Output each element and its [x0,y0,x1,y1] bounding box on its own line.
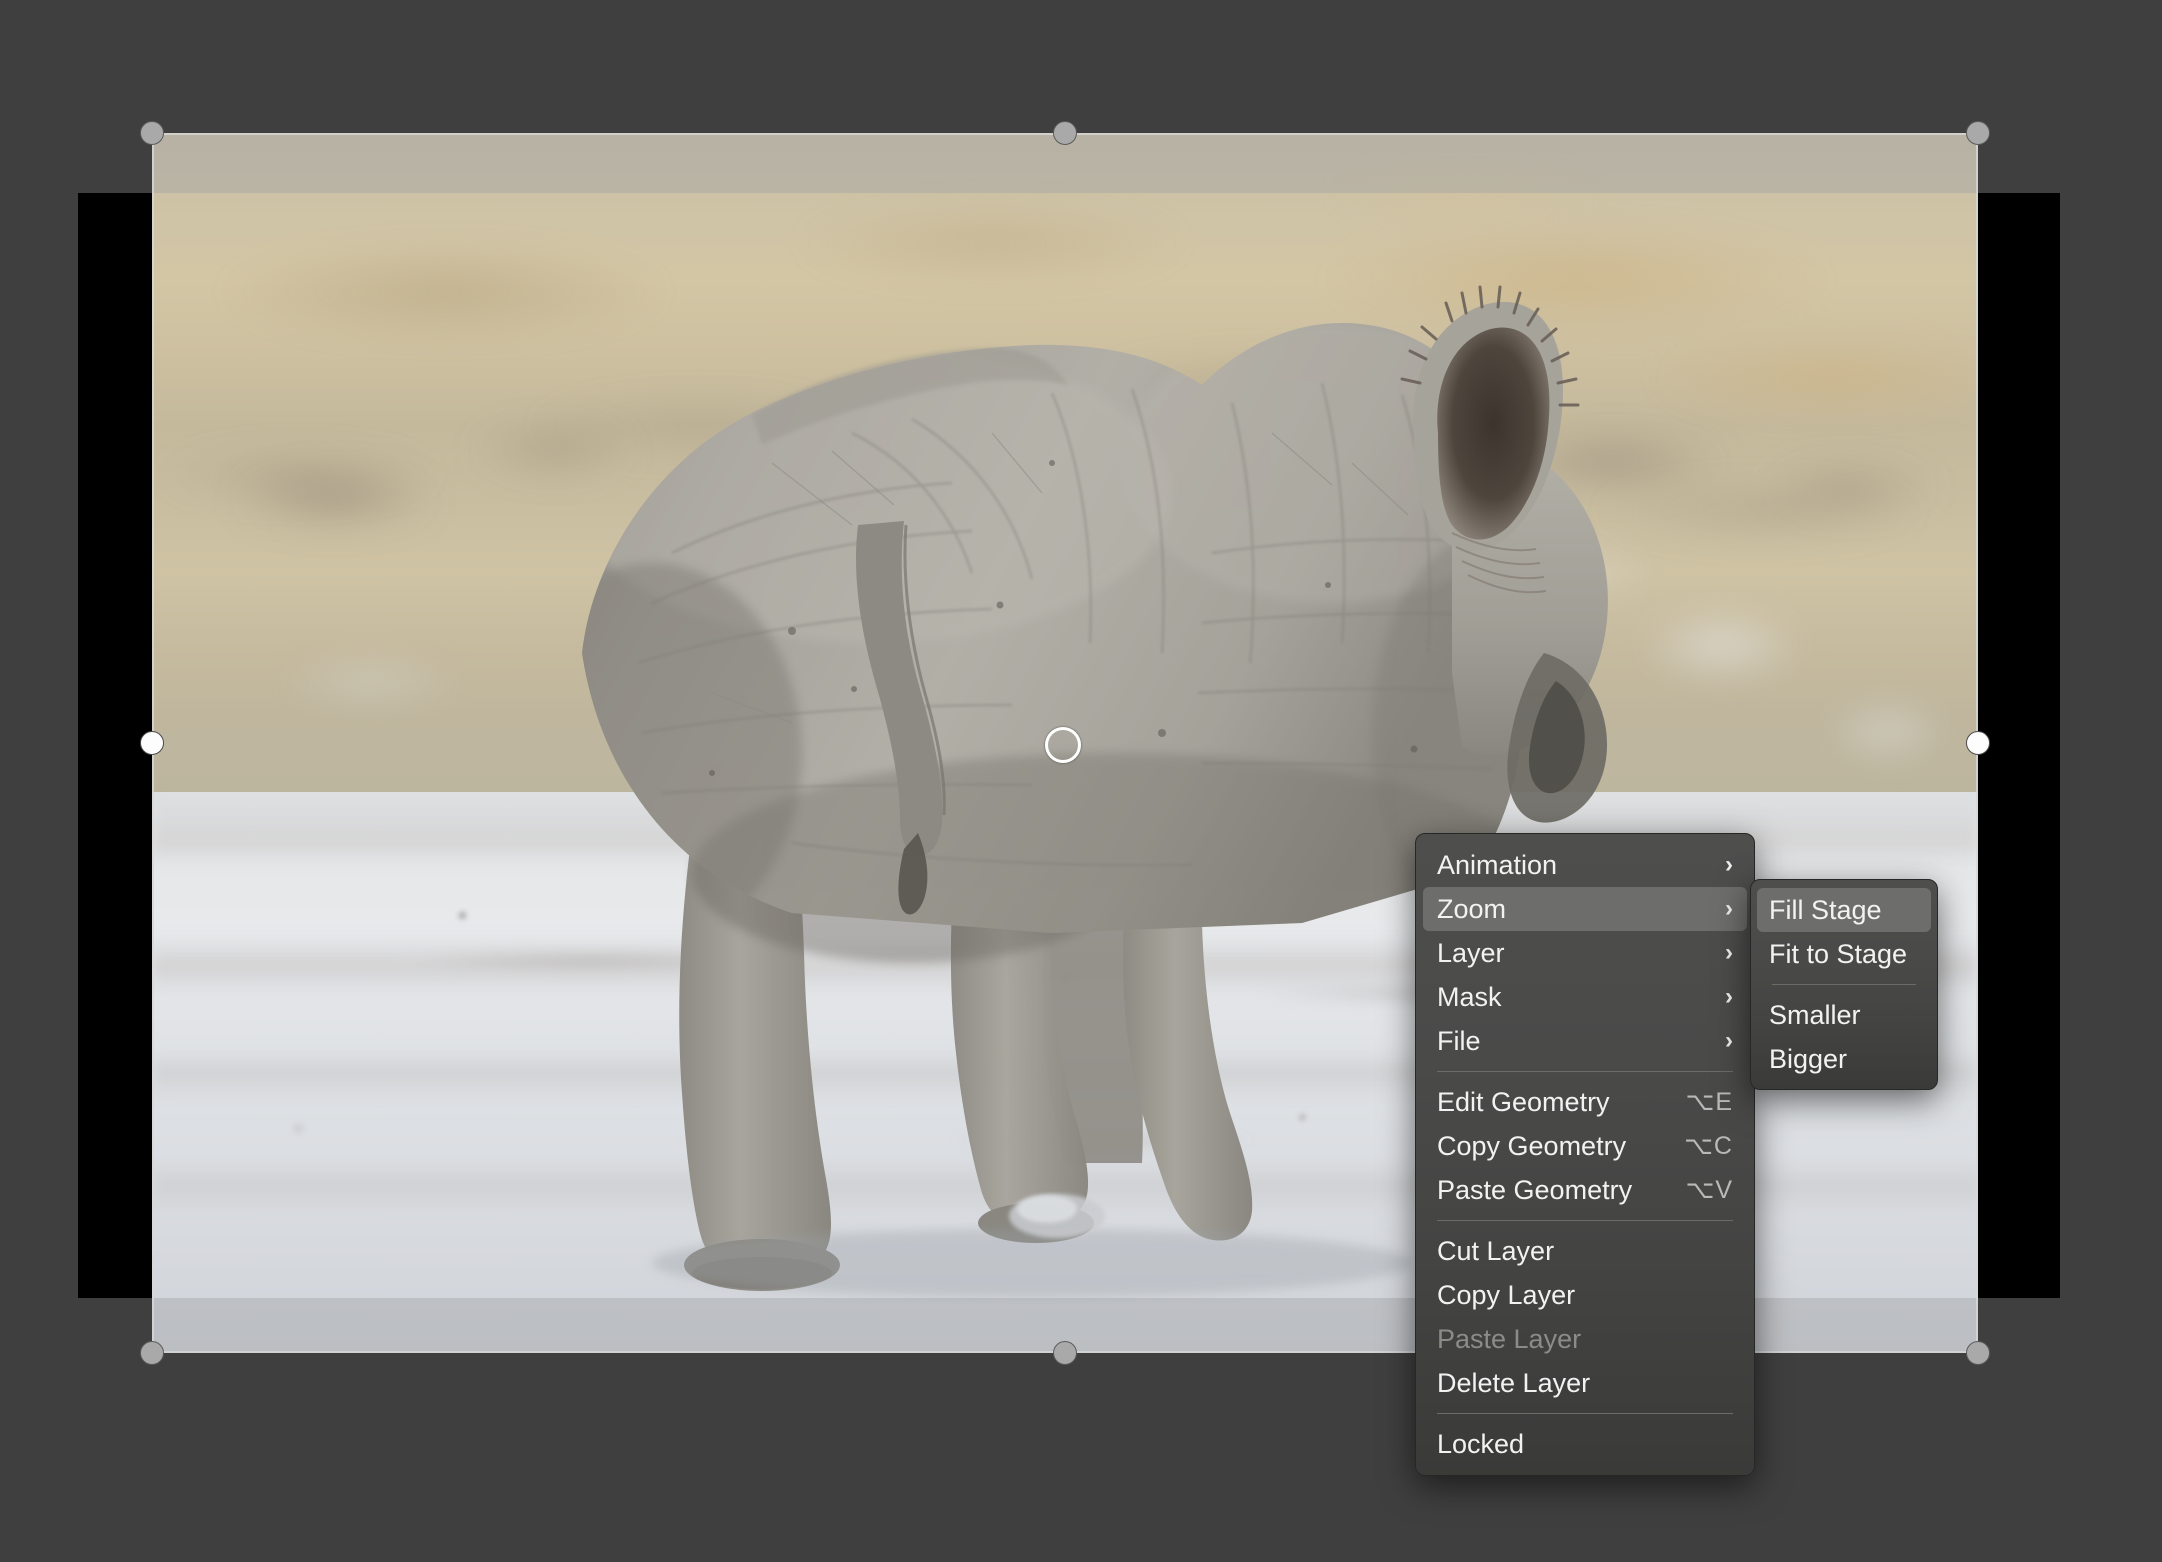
menu-item-file[interactable]: File › [1423,1019,1747,1063]
menu-item-zoom[interactable]: Zoom › [1423,887,1747,931]
submenu-item-smaller[interactable]: Smaller [1757,993,1931,1037]
menu-item-animation[interactable]: Animation › [1423,843,1747,887]
menu-separator [1437,1071,1733,1072]
zoom-submenu[interactable]: Fill Stage Fit to Stage Smaller Bigger [1750,879,1938,1090]
chevron-right-icon: › [1725,895,1733,922]
menu-separator [1437,1220,1733,1221]
chevron-right-icon: › [1725,939,1733,966]
menu-item-paste-layer: Paste Layer [1423,1317,1747,1361]
menu-separator [1772,984,1916,985]
submenu-item-bigger[interactable]: Bigger [1757,1037,1931,1081]
menu-item-label: Paste Layer [1437,1324,1582,1354]
menu-item-label: Animation [1437,850,1558,880]
menu-item-label: Fit to Stage [1769,939,1908,969]
menu-item-label: Mask [1437,982,1502,1012]
menu-item-label: Locked [1437,1429,1525,1459]
menu-item-delete-layer[interactable]: Delete Layer [1423,1361,1747,1405]
menu-item-label: File [1437,1026,1481,1056]
chevron-right-icon: › [1725,1027,1733,1054]
menu-item-shortcut: ⌥E [1685,1088,1733,1116]
menu-item-shortcut: ⌥C [1684,1132,1733,1160]
menu-item-mask[interactable]: Mask › [1423,975,1747,1019]
menu-item-label: Zoom [1437,894,1507,924]
menu-item-label: Copy Geometry [1437,1131,1627,1161]
menu-item-label: Paste Geometry [1437,1175,1633,1205]
chevron-right-icon: › [1725,983,1733,1010]
menu-item-edit-geometry[interactable]: Edit Geometry ⌥E [1423,1080,1747,1124]
menu-item-label: Copy Layer [1437,1280,1576,1310]
menu-separator [1437,1413,1733,1414]
submenu-item-fit-to-stage[interactable]: Fit to Stage [1757,932,1931,976]
menu-item-label: Fill Stage [1769,895,1882,925]
menu-item-cut-layer[interactable]: Cut Layer [1423,1229,1747,1273]
menu-item-locked[interactable]: Locked [1423,1422,1747,1466]
menu-item-layer[interactable]: Layer › [1423,931,1747,975]
menu-item-copy-geometry[interactable]: Copy Geometry ⌥C [1423,1124,1747,1168]
menu-item-label: Bigger [1769,1044,1848,1074]
context-menu[interactable]: Animation › Zoom › Layer › Mask › File ›… [1415,833,1755,1476]
menu-item-label: Cut Layer [1437,1236,1555,1266]
menu-item-label: Delete Layer [1437,1368,1591,1398]
menu-item-label: Layer [1437,938,1505,968]
layer-center-anchor[interactable] [1045,727,1081,763]
menu-item-label: Smaller [1769,1000,1861,1030]
menu-item-label: Edit Geometry [1437,1087,1610,1117]
submenu-item-fill-stage[interactable]: Fill Stage [1757,888,1931,932]
menu-item-copy-layer[interactable]: Copy Layer [1423,1273,1747,1317]
menu-item-shortcut: ⌥V [1685,1176,1733,1204]
menu-item-paste-geometry[interactable]: Paste Geometry ⌥V [1423,1168,1747,1212]
chevron-right-icon: › [1725,851,1733,878]
